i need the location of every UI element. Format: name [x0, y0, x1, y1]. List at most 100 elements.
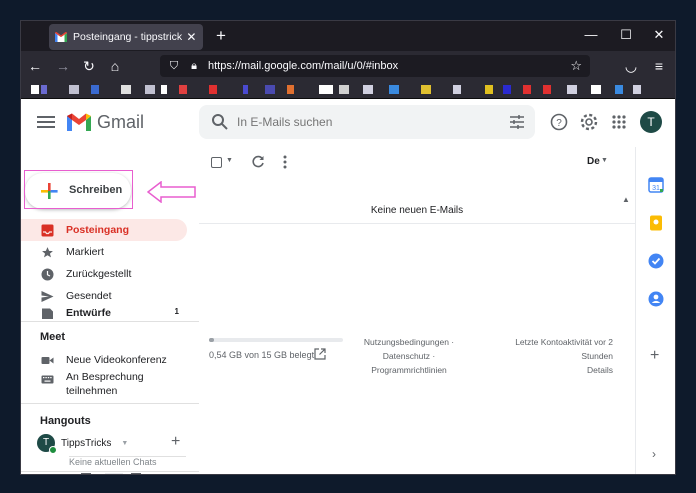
meet-new-meeting[interactable]: Neue Videokonferenz — [21, 349, 187, 371]
tab-close-icon[interactable]: ✕ — [186, 30, 197, 44]
search-options-icon[interactable] — [509, 114, 525, 130]
chevron-down-icon[interactable]: ▼ — [601, 157, 608, 164]
inbox-icon — [40, 223, 54, 237]
url-bar[interactable]: ⛉ 🔒︎ https://mail.google.com/mail/u/0/#i… — [160, 55, 590, 77]
gmail-logo-text[interactable]: Gmail — [97, 112, 144, 133]
menu-icon[interactable]: ≡ — [649, 57, 669, 75]
bookmark-item[interactable] — [319, 85, 333, 94]
shield-icon[interactable]: ⛉ — [168, 60, 180, 73]
new-tab-button[interactable]: + — [211, 26, 231, 46]
lock-icon[interactable]: 🔒︎ — [188, 60, 200, 73]
bookmark-item[interactable] — [243, 85, 248, 94]
online-status-dot — [49, 446, 57, 454]
chevron-down-icon[interactable]: ▼ — [121, 440, 128, 447]
clock-icon — [40, 267, 54, 281]
nav-snoozed[interactable]: Zurückgestellt — [21, 263, 187, 285]
privacy-link[interactable]: Datenschutz · — [357, 349, 461, 363]
more-options-icon[interactable] — [283, 154, 287, 170]
bookmark-item[interactable] — [161, 85, 167, 94]
gmail-logo-icon[interactable] — [67, 113, 91, 131]
account-avatar[interactable]: T — [640, 111, 662, 133]
add-chat-icon[interactable]: + — [171, 433, 180, 451]
contacts-icon[interactable] — [648, 291, 664, 307]
close-window-icon[interactable]: ✕ — [649, 27, 669, 43]
bookmark-item[interactable] — [339, 85, 349, 94]
bookmark-item[interactable] — [265, 85, 275, 94]
terms-link[interactable]: Nutzungsbedingungen · — [357, 335, 461, 349]
tasks-icon[interactable] — [648, 253, 664, 269]
open-external-icon[interactable] — [314, 347, 326, 360]
bookmark-item[interactable] — [31, 85, 39, 94]
bookmark-item[interactable] — [485, 85, 493, 94]
apps-grid-icon[interactable] — [609, 112, 629, 132]
reload-icon[interactable]: ↻ — [79, 57, 99, 75]
pocket-icon[interactable]: ◡ — [621, 57, 641, 75]
bookmark-item[interactable] — [91, 85, 99, 94]
hangouts-user[interactable]: T TippsTricks ▼ — [37, 433, 187, 454]
nav-label: Entwürfe — [66, 307, 111, 319]
search-icon[interactable] — [211, 113, 229, 131]
person-icon[interactable] — [81, 473, 91, 474]
forward-icon[interactable]: → — [53, 57, 73, 75]
add-on-plus-icon[interactable]: + — [650, 347, 659, 365]
chevron-right-icon[interactable]: › — [652, 447, 656, 461]
details-link[interactable]: Details — [499, 363, 613, 377]
maximize-icon[interactable]: ☐ — [616, 27, 636, 43]
storage-text: 0,54 GB von 15 GB belegt — [209, 350, 315, 360]
hangouts-bottom-bar — [21, 473, 199, 474]
hangouts-user-name: TippsTricks — [61, 437, 112, 449]
input-tools-icon[interactable]: De — [587, 156, 600, 167]
bookmark-item[interactable] — [389, 85, 399, 94]
calendar-icon[interactable]: 31 — [648, 177, 664, 193]
hangouts-chat-icon[interactable] — [105, 473, 123, 474]
bookmark-item[interactable] — [633, 85, 641, 94]
minimize-icon[interactable]: — — [581, 27, 601, 42]
navigation-bar: ← → ↻ ⌂ ⛉ 🔒︎ https://mail.google.com/mai… — [21, 51, 675, 81]
bookmark-item[interactable] — [503, 85, 511, 94]
keep-icon[interactable] — [648, 215, 664, 231]
search-input[interactable] — [237, 115, 487, 129]
nav-inbox[interactable]: Posteingang — [21, 219, 187, 241]
home-icon[interactable]: ⌂ — [105, 57, 125, 75]
nav-starred[interactable]: Markiert — [21, 241, 187, 263]
bookmark-item[interactable] — [41, 85, 47, 94]
bookmark-item[interactable] — [523, 85, 531, 94]
phone-icon[interactable] — [131, 473, 141, 474]
bookmark-item[interactable] — [287, 85, 294, 94]
bookmark-item[interactable] — [69, 85, 79, 94]
bookmark-item[interactable] — [567, 85, 577, 94]
send-icon — [40, 289, 54, 303]
nav-drafts[interactable]: Entwürfe 1 — [21, 307, 187, 319]
storage-bar[interactable] — [209, 338, 343, 342]
refresh-icon[interactable] — [251, 155, 265, 169]
bookmark-item[interactable] — [453, 85, 461, 94]
bookmark-item[interactable] — [591, 85, 601, 94]
bookmark-item[interactable] — [209, 85, 217, 94]
gmail-header: Gmail ? — [21, 99, 675, 147]
main-menu-icon[interactable] — [37, 113, 55, 131]
bookmark-item[interactable] — [121, 85, 131, 94]
bookmark-item[interactable] — [145, 85, 155, 94]
meet-join-meeting[interactable]: An Besprechung teilnehmen — [21, 370, 187, 400]
settings-gear-icon[interactable] — [579, 112, 599, 132]
bookmark-item[interactable] — [179, 85, 187, 94]
svg-text:31: 31 — [652, 185, 660, 192]
nav-sent[interactable]: Gesendet — [21, 285, 187, 307]
search-bar[interactable] — [199, 105, 535, 139]
scroll-up-icon[interactable]: ▲ — [622, 195, 630, 204]
tab-gmail[interactable]: Posteingang - tippstricks.test@ ✕ — [49, 24, 203, 50]
gmail-favicon-icon — [55, 32, 67, 42]
bookmark-item[interactable] — [421, 85, 431, 94]
select-caret-icon[interactable]: ▼ — [226, 157, 233, 164]
program-policies-link[interactable]: Programmrichtlinien — [357, 363, 461, 377]
select-all-checkbox[interactable] — [211, 157, 222, 168]
help-icon[interactable]: ? — [549, 112, 569, 132]
back-icon[interactable]: ← — [25, 57, 45, 75]
bookmark-item[interactable] — [543, 85, 551, 94]
url-text[interactable]: https://mail.google.com/mail/u/0/#inbox — [208, 60, 570, 72]
bookmarks-bar — [21, 81, 675, 99]
bookmark-star-icon[interactable]: ☆ — [570, 58, 582, 74]
bookmark-item[interactable] — [363, 85, 373, 94]
activity-text: Letzte Kontoaktivität vor 2 — [515, 337, 613, 347]
bookmark-item[interactable] — [615, 85, 623, 94]
